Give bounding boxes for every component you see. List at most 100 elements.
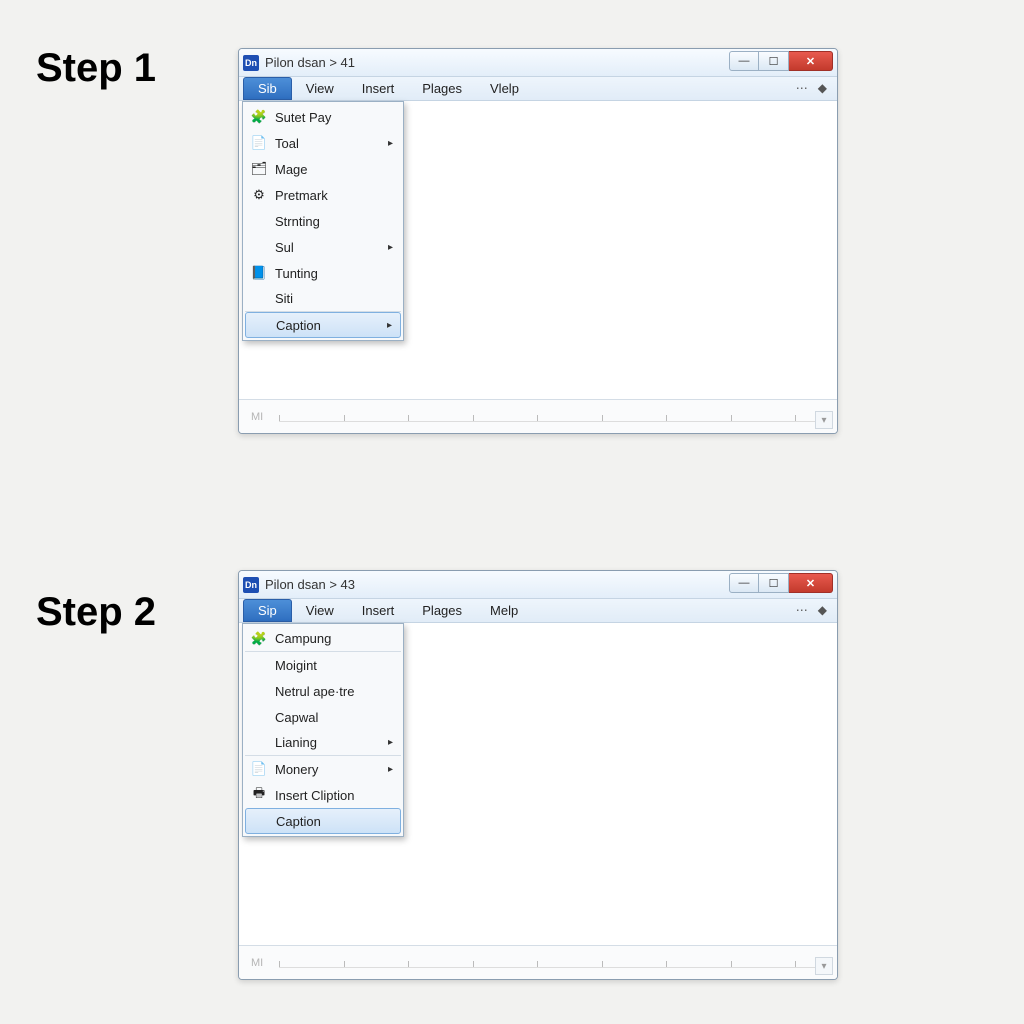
close-button[interactable]: ✕ [789,573,833,593]
window-title: Pilon dsan > 41 [265,55,355,70]
dd-toal[interactable]: 📄 Toal ▸ [245,130,401,156]
dd-tunting[interactable]: 📘 Tunting [245,260,401,286]
diamond-icon[interactable]: ◆ [818,603,827,617]
submenu-arrow-icon: ▸ [388,737,393,748]
menu-vlelp[interactable]: Vlelp [476,77,533,100]
sutet-icon: 🧩 [249,108,269,126]
menu-view[interactable]: View [292,77,348,100]
dd-label: Sul [275,240,294,255]
menu-sip[interactable]: Sip [243,599,292,622]
blank-icon [249,212,269,230]
menu-plages[interactable]: Plages [408,77,476,100]
blank-icon [249,708,269,726]
submenu-arrow-icon: ▸ [388,138,393,149]
dd-sutet-pay[interactable]: 🧩 Sutet Pay [245,104,401,130]
dd-netrul[interactable]: Netrul ape·tre [245,678,401,704]
dd-sul[interactable]: Sul ▸ [245,234,401,260]
menu-sib[interactable]: Sib [243,77,292,100]
dd-capwal[interactable]: Capwal [245,704,401,730]
maximize-button[interactable]: ☐ [759,573,789,593]
window-step2: Dn Pilon dsan > 43 — ☐ ✕ Sip View Insert… [238,570,838,980]
ruler: MI ▾ [239,399,837,433]
toal-icon: 📄 [249,134,269,152]
dd-label: Tunting [275,266,318,281]
overflow-icon[interactable]: ⋯ [796,81,808,95]
menubar: Sib View Insert Plages Vlelp ⋯ ◆ [239,77,837,101]
submenu-arrow-icon: ▸ [388,764,393,775]
dd-label: Caption [276,814,321,829]
dd-lianing[interactable]: Lianing ▸ [245,730,401,756]
dd-label: Strnting [275,214,320,229]
step1-label: Step 1 [36,46,156,91]
menu-insert[interactable]: Insert [348,599,409,622]
ruler-label: MI [251,411,263,423]
dd-monery[interactable]: 📄 Monery ▸ [245,756,401,782]
overflow-icon[interactable]: ⋯ [796,603,808,617]
corner-button[interactable]: ▾ [815,957,833,975]
blank-icon [249,238,269,256]
dd-siti[interactable]: Siti [245,286,401,312]
dd-label: Siti [275,291,293,306]
dd-mage[interactable]: 🗂Mage [245,156,401,182]
dd-caption[interactable]: Caption ▸ [245,312,401,338]
dd-caption[interactable]: Caption [245,808,401,834]
ruler-ticks [279,956,817,968]
submenu-arrow-icon: ▸ [387,320,392,331]
dd-label: Insert Cliption [275,788,354,803]
menu-plages[interactable]: Plages [408,599,476,622]
dd-strnting[interactable]: Strnting [245,208,401,234]
dd-pretmark[interactable]: ⚙ Pretmark [245,182,401,208]
dd-label: Lianing [275,735,317,750]
mage-icon: 🗂 [249,160,269,178]
dd-campung[interactable]: 🧩 Campung [245,626,401,652]
menubar-right-icons: ⋯ ◆ [796,81,827,95]
menu-insert[interactable]: Insert [348,77,409,100]
window-controls: — ☐ ✕ [729,51,833,71]
minimize-button[interactable]: — [729,573,759,593]
content-area: 🧩 Sutet Pay 📄 Toal ▸ 🗂Mage ⚙ Pretmark Strnti… [239,101,837,399]
dd-label: Campung [275,631,331,646]
window-step1: Dn Pilon dsan > 41 — ☐ ✕ Sib View Insert… [238,48,838,434]
app-icon: Dn [243,55,259,71]
maximize-button[interactable]: ☐ [759,51,789,71]
dd-label: Monery [275,762,318,777]
pretmark-icon: ⚙ [249,186,269,204]
dropdown-menu: 🧩 Sutet Pay 📄 Toal ▸ 🗂Mage ⚙ Pretmark Strnti… [242,101,404,341]
print-icon: 🖶 [249,786,269,804]
campung-icon: 🧩 [249,630,269,648]
app-icon: Dn [243,577,259,593]
dd-insert-caption[interactable]: 🖶 Insert Cliption [245,782,401,808]
ruler-ticks [279,410,817,422]
dd-label: Sutet Pay [275,110,331,125]
menu-view[interactable]: View [292,599,348,622]
blank-icon [249,682,269,700]
diamond-icon[interactable]: ◆ [818,81,827,95]
titlebar[interactable]: Dn Pilon dsan > 41 — ☐ ✕ [239,49,837,77]
dd-label: Moigint [275,658,317,673]
dd-moigint[interactable]: Moigint [245,652,401,678]
monery-icon: 📄 [249,760,269,778]
ruler-label: MI [251,957,263,969]
corner-button[interactable]: ▾ [815,411,833,429]
content-area: 🧩 Campung Moigint Netrul ape·tre Capwal L… [239,623,837,945]
blank-icon [249,290,269,308]
window-controls: — ☐ ✕ [729,573,833,593]
dropdown-menu: 🧩 Campung Moigint Netrul ape·tre Capwal L… [242,623,404,837]
window-title: Pilon dsan > 43 [265,577,355,592]
menubar-right-icons: ⋯ ◆ [796,603,827,617]
blank-icon [250,812,270,830]
submenu-arrow-icon: ▸ [388,242,393,253]
minimize-button[interactable]: — [729,51,759,71]
dd-label: Caption [276,318,321,333]
blank-icon [249,656,269,674]
dd-label: Netrul ape·tre [275,684,354,699]
close-button[interactable]: ✕ [789,51,833,71]
dd-label: Toal [275,136,299,151]
dd-label: Pretmark [275,188,328,203]
step2-label: Step 2 [36,590,156,635]
ruler: MI ▾ [239,945,837,979]
menu-melp[interactable]: Melp [476,599,532,622]
titlebar[interactable]: Dn Pilon dsan > 43 — ☐ ✕ [239,571,837,599]
tunting-icon: 📘 [249,264,269,282]
blank-icon [249,734,269,752]
